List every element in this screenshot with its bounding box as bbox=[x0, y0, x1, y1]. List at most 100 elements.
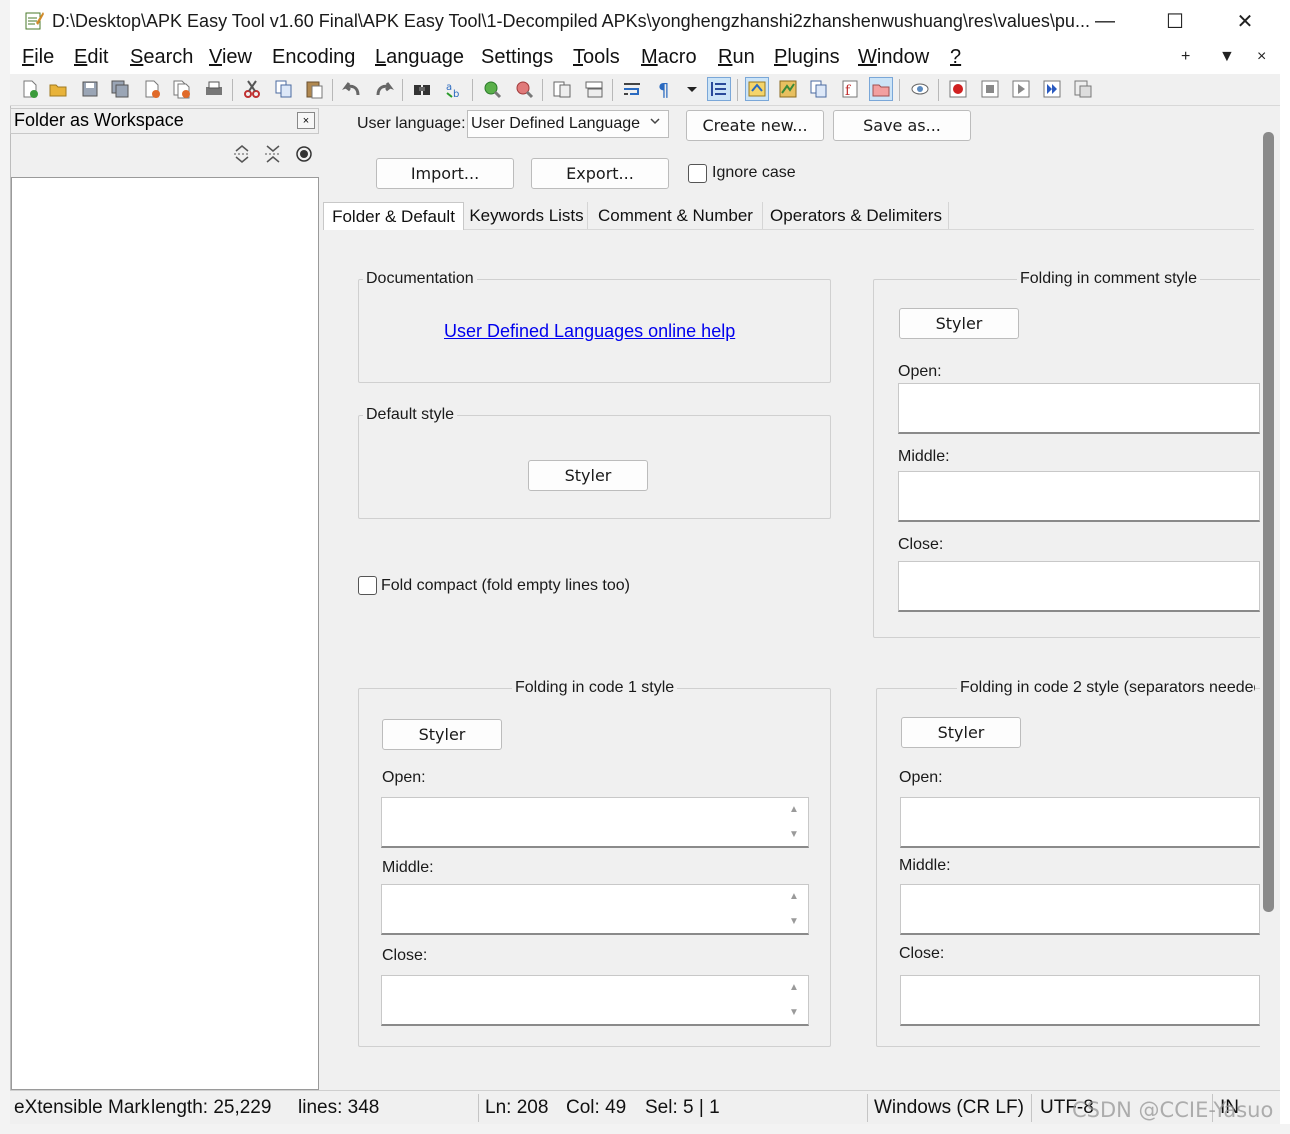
ignore-case-checkbox[interactable] bbox=[688, 164, 707, 183]
folder-workspace-close-button[interactable]: × bbox=[297, 112, 315, 129]
tab-strip-line bbox=[464, 229, 1254, 230]
menu-encoding[interactable]: Encoding bbox=[272, 46, 355, 69]
save-icon[interactable] bbox=[78, 77, 102, 101]
redo-icon[interactable] bbox=[372, 77, 396, 101]
comment-style-title: Folding in comment style bbox=[1017, 270, 1200, 288]
document-map-icon[interactable] bbox=[776, 77, 800, 101]
code1-middle-scrollbar[interactable]: ▲ ▼ bbox=[786, 885, 802, 933]
close-tab-button[interactable]: × bbox=[1257, 48, 1266, 66]
chevron-down-icon[interactable] bbox=[680, 77, 704, 101]
record-macro-icon[interactable] bbox=[946, 77, 970, 101]
create-new-button[interactable]: Create new... bbox=[686, 110, 824, 141]
word-wrap-icon[interactable] bbox=[620, 77, 644, 101]
menu-search[interactable]: Search bbox=[130, 46, 193, 69]
print-icon[interactable] bbox=[202, 77, 226, 101]
save-all-icon[interactable] bbox=[108, 77, 132, 101]
export-button[interactable]: Export... bbox=[531, 158, 669, 189]
comment-style-styler-button[interactable]: Styler bbox=[899, 308, 1019, 339]
code1-middle-field[interactable]: ▲ ▼ bbox=[381, 884, 809, 935]
chevron-down-icon bbox=[648, 114, 662, 133]
zoom-out-icon[interactable] bbox=[512, 77, 536, 101]
code2-close-field[interactable] bbox=[900, 975, 1260, 1026]
code1-style-styler-button[interactable]: Styler bbox=[382, 719, 502, 750]
svg-text:¶: ¶ bbox=[658, 80, 669, 99]
cut-icon[interactable] bbox=[240, 77, 264, 101]
code2-middle-field[interactable] bbox=[900, 884, 1260, 935]
code1-close-scrollbar[interactable]: ▲ ▼ bbox=[786, 976, 802, 1024]
unfold-all-icon[interactable] bbox=[230, 142, 254, 166]
menu-window[interactable]: Window bbox=[858, 46, 929, 69]
tab-operators-delimiters[interactable]: Operators & Delimiters bbox=[764, 202, 949, 230]
fold-all-icon[interactable] bbox=[261, 142, 285, 166]
menu-run[interactable]: Run bbox=[718, 46, 755, 69]
fold-compact-checkbox[interactable] bbox=[358, 576, 377, 595]
comment-close-label: Close: bbox=[898, 536, 944, 553]
panel-scrollbar-thumb[interactable] bbox=[1263, 132, 1274, 912]
folder-tree-view[interactable] bbox=[11, 177, 319, 1090]
tab-comment-number[interactable]: Comment & Number bbox=[589, 202, 763, 230]
code1-close-field[interactable]: ▲ ▼ bbox=[381, 975, 809, 1026]
menu-file[interactable]: File bbox=[22, 46, 54, 69]
play-macro-icon[interactable] bbox=[1009, 77, 1033, 101]
save-as-button[interactable]: Save as... bbox=[833, 110, 971, 141]
save-macro-icon[interactable] bbox=[1071, 77, 1095, 101]
tab-keywords-lists[interactable]: Keywords Lists bbox=[466, 202, 588, 230]
function-list-icon[interactable]: f bbox=[838, 77, 862, 101]
code1-open-field[interactable]: ▲ ▼ bbox=[381, 797, 809, 848]
minimize-button[interactable]: — bbox=[1082, 6, 1128, 36]
user-defined-language-icon[interactable] bbox=[745, 77, 769, 101]
replace-icon[interactable]: ab bbox=[442, 77, 466, 101]
locate-current-file-icon[interactable] bbox=[292, 142, 316, 166]
document-list-icon[interactable] bbox=[807, 77, 831, 101]
menu-view[interactable]: View bbox=[209, 46, 252, 69]
toolbar-separator bbox=[472, 79, 473, 101]
code2-style-styler-button[interactable]: Styler bbox=[901, 717, 1021, 748]
folder-as-workspace-icon[interactable] bbox=[869, 77, 893, 101]
undo-icon[interactable] bbox=[340, 77, 364, 101]
menu-edit[interactable]: Edit bbox=[74, 46, 108, 69]
scroll-up-icon: ▲ bbox=[789, 982, 799, 993]
close-file-icon[interactable] bbox=[140, 77, 164, 101]
status-length: length: 25,229 bbox=[151, 1097, 272, 1118]
sync-vertical-icon[interactable] bbox=[550, 77, 574, 101]
code1-open-scrollbar[interactable]: ▲ ▼ bbox=[786, 798, 802, 846]
open-file-icon[interactable] bbox=[46, 77, 70, 101]
add-tab-button[interactable]: + bbox=[1181, 48, 1190, 66]
import-button[interactable]: Import... bbox=[376, 158, 514, 189]
close-button[interactable]: ✕ bbox=[1222, 6, 1268, 36]
code1-close-label: Close: bbox=[382, 947, 428, 964]
menu-help[interactable]: ? bbox=[950, 46, 961, 69]
find-icon[interactable] bbox=[410, 77, 434, 101]
desktop-background-left bbox=[0, 0, 10, 1134]
watermark-text: CSDN @CCIE-Yasuo bbox=[1072, 1098, 1274, 1122]
zoom-in-icon[interactable] bbox=[480, 77, 504, 101]
tab-folder-default[interactable]: Folder & Default bbox=[323, 202, 464, 230]
menu-plugins[interactable]: Plugins bbox=[774, 46, 840, 69]
menu-tools[interactable]: Tools bbox=[573, 46, 620, 69]
code1-middle-label: Middle: bbox=[382, 859, 434, 876]
run-macro-multiple-icon[interactable] bbox=[1040, 77, 1064, 101]
tab-list-dropdown[interactable]: ▼ bbox=[1219, 48, 1235, 66]
sync-horizontal-icon[interactable] bbox=[582, 77, 606, 101]
udl-online-help-link[interactable]: User Defined Languages online help bbox=[444, 321, 735, 342]
menu-macro[interactable]: Macro bbox=[641, 46, 697, 69]
comment-open-field[interactable] bbox=[898, 383, 1260, 434]
default-style-styler-button[interactable]: Styler bbox=[528, 460, 648, 491]
menu-language[interactable]: Language bbox=[375, 46, 464, 69]
status-lines: lines: 348 bbox=[298, 1097, 380, 1118]
monitoring-eye-icon[interactable] bbox=[908, 77, 932, 101]
comment-close-field[interactable] bbox=[898, 561, 1260, 612]
indent-guide-icon[interactable] bbox=[707, 77, 731, 101]
close-all-icon[interactable] bbox=[170, 77, 194, 101]
code2-open-field[interactable] bbox=[900, 797, 1260, 848]
maximize-button[interactable]: ☐ bbox=[1152, 6, 1198, 36]
show-all-characters-icon[interactable]: ¶ bbox=[652, 77, 676, 101]
menu-settings[interactable]: Settings bbox=[481, 46, 553, 69]
comment-middle-field[interactable] bbox=[898, 471, 1260, 522]
new-file-icon[interactable] bbox=[18, 77, 42, 101]
user-language-select[interactable]: User Defined Language bbox=[467, 110, 669, 138]
svg-text:b: b bbox=[453, 89, 459, 99]
stop-macro-icon[interactable] bbox=[978, 77, 1002, 101]
paste-icon[interactable] bbox=[302, 77, 326, 101]
copy-icon[interactable] bbox=[272, 77, 296, 101]
